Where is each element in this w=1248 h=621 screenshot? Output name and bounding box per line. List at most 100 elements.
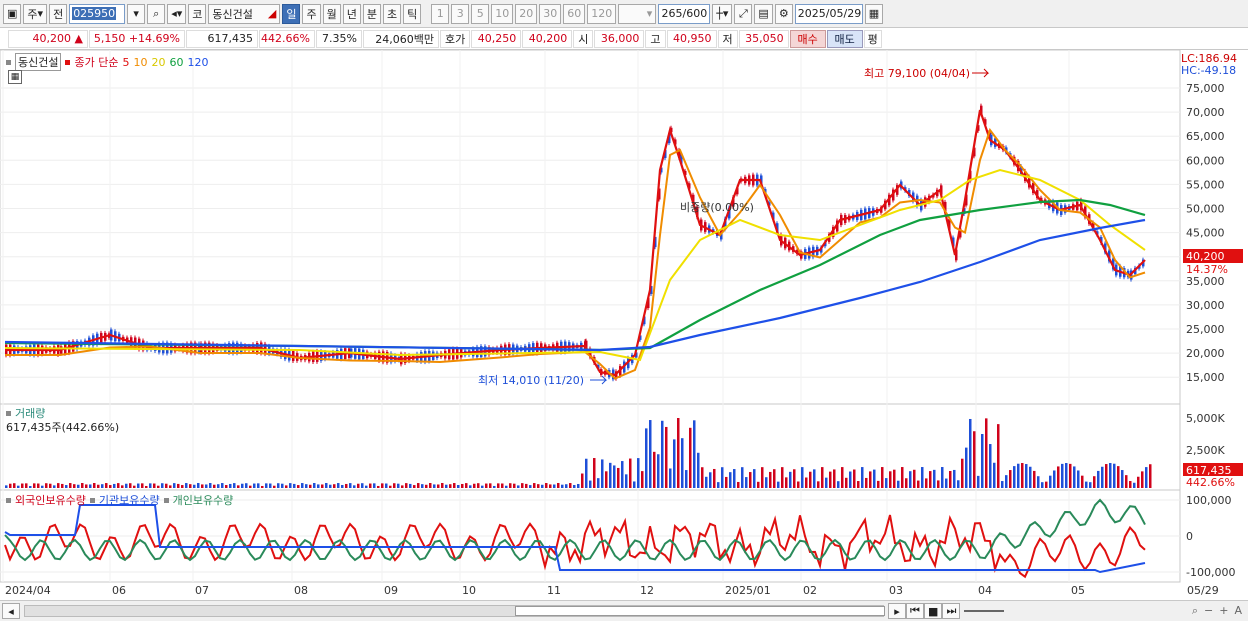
volume-bar (317, 484, 320, 488)
calendar-icon[interactable]: ▦ (864, 3, 884, 24)
interval-5[interactable]: 5 (471, 3, 490, 24)
volume-bar (1005, 475, 1008, 488)
minus-icon[interactable]: − (1204, 604, 1213, 618)
volume-bar (165, 483, 168, 488)
volume-bar (273, 485, 276, 488)
volume-bar (1145, 467, 1148, 488)
period-week-tab[interactable]: 주 (302, 3, 321, 24)
volume-bar (385, 483, 388, 488)
volume-bar (1025, 464, 1028, 488)
volume-bar (801, 467, 804, 488)
volume-bar (97, 484, 100, 488)
stock-name-field[interactable]: 동신건설 ◢ (208, 3, 281, 24)
market-select[interactable]: 주 ▾ (23, 3, 48, 24)
sell-button[interactable]: 매도 (826, 29, 863, 48)
volume-bar (717, 482, 720, 488)
holding-legend: 외국인보유수량 기관보유수량 개인보유수량 (6, 492, 233, 508)
volume-bar (889, 471, 892, 488)
volume-bar (513, 483, 516, 488)
volume-bar (613, 465, 616, 488)
price-title[interactable]: 동신건설 (15, 53, 62, 71)
eval-button[interactable]: 평 (863, 29, 882, 48)
buy-button[interactable]: 매수 (789, 29, 826, 48)
volume-bar (325, 483, 328, 488)
code-input[interactable]: 025950 (69, 3, 126, 24)
volume-bar (285, 485, 288, 488)
chart-area[interactable]: 75,000 70,000 65,000 60,000 55,000 50,000 45,0… (0, 49, 1248, 621)
zoom-icon[interactable]: ⌕ (1192, 604, 1198, 618)
volume-bar (241, 483, 244, 488)
x-axis-labels: 2024/04 06 07 08 09 10 11 12 2025/01 02 03 04 05 05/2… (5, 584, 1219, 597)
crosshair-icon[interactable]: ⤢ (734, 3, 753, 24)
volume-bar (577, 483, 580, 488)
text-tool-icon[interactable]: A (1234, 604, 1242, 618)
count-input[interactable]: 265/600 (658, 3, 711, 24)
prev-button[interactable]: 전 (49, 3, 68, 24)
volume-bar (761, 467, 764, 488)
volume-bar (701, 467, 704, 488)
volume-bar (849, 471, 852, 488)
period-month-tab[interactable]: 월 (322, 3, 341, 24)
period-second-tab[interactable]: 초 (382, 3, 402, 24)
plus-icon[interactable]: + (1219, 604, 1228, 618)
zoom-slider[interactable] (964, 610, 1005, 612)
volume-bar (121, 485, 124, 488)
volume-bar (305, 484, 308, 488)
scroll-thumb[interactable] (515, 606, 885, 616)
volume-bar (277, 483, 280, 488)
forward-icon[interactable]: ⏭ (942, 603, 961, 619)
volume-bar (953, 469, 956, 488)
price-change: 5,150 +14.69% (89, 29, 185, 48)
chart-type-icon[interactable]: ┼▾ (712, 3, 733, 24)
volume-bar (221, 483, 224, 488)
code-dropdown-icon[interactable]: ▾ (127, 3, 146, 24)
interval-dropdown[interactable]: ▾ (618, 3, 657, 24)
volume-bar (813, 469, 816, 488)
volume-bar (649, 420, 652, 488)
pct-tag: 14.37% (1186, 263, 1228, 276)
period-tick-tab[interactable]: 틱 (403, 3, 422, 24)
rewind-icon[interactable]: ⏮ (906, 603, 924, 619)
interval-60[interactable]: 60 (563, 3, 586, 24)
volume-bar (57, 483, 60, 488)
period-year-tab[interactable]: 년 (342, 3, 361, 24)
x-tick-label: 03 (889, 584, 903, 597)
y-tick-label: 70,000 (1186, 106, 1225, 119)
volume-bar (433, 484, 436, 488)
volume-bar (129, 483, 132, 488)
draw-tools[interactable]: ⌕ − + A (1008, 604, 1248, 618)
period-minute-tab[interactable]: 분 (362, 3, 381, 24)
period-day-tab[interactable]: 일 (282, 3, 301, 24)
volume-bar (921, 467, 924, 488)
legend-bullet-icon (6, 59, 11, 65)
scroll-left-icon[interactable]: ◂ (2, 603, 20, 619)
volume-bar (353, 485, 356, 488)
volume-bar (673, 439, 676, 488)
volume-bar (841, 467, 844, 488)
interval-3[interactable]: 3 (451, 3, 470, 24)
stop-icon[interactable]: ■ (924, 603, 943, 619)
scroll-track[interactable] (24, 605, 885, 617)
save-icon[interactable]: ▤ (754, 3, 773, 24)
table-icon[interactable]: ▦ (8, 70, 22, 84)
window-icon[interactable]: ▣ (3, 3, 22, 24)
search-icon[interactable]: ⌕ (147, 3, 166, 24)
x-tick-label: 12 (640, 584, 654, 597)
gear-icon[interactable]: ⚙ (774, 3, 793, 24)
interval-20[interactable]: 20 (515, 3, 538, 24)
interval-120[interactable]: 120 (587, 3, 617, 24)
speaker-icon[interactable]: ◂▾ (167, 3, 187, 24)
interval-1[interactable]: 1 (431, 3, 450, 24)
interval-10[interactable]: 10 (491, 3, 514, 24)
stock-prefix[interactable]: 코 (188, 3, 207, 24)
date-input[interactable]: 2025/05/29 (794, 3, 863, 24)
volume-bar (517, 485, 520, 488)
volume-bar (1009, 470, 1012, 488)
interval-30[interactable]: 30 (539, 3, 562, 24)
scroll-right-icon[interactable]: ▸ (888, 603, 906, 619)
volume-bar (493, 485, 496, 488)
chart-canvas[interactable]: 75,000 70,000 65,000 60,000 55,000 50,000 45,0… (0, 49, 1248, 600)
volume-bar (805, 477, 808, 488)
volume-bar (509, 483, 512, 488)
volume-bar (77, 484, 80, 488)
